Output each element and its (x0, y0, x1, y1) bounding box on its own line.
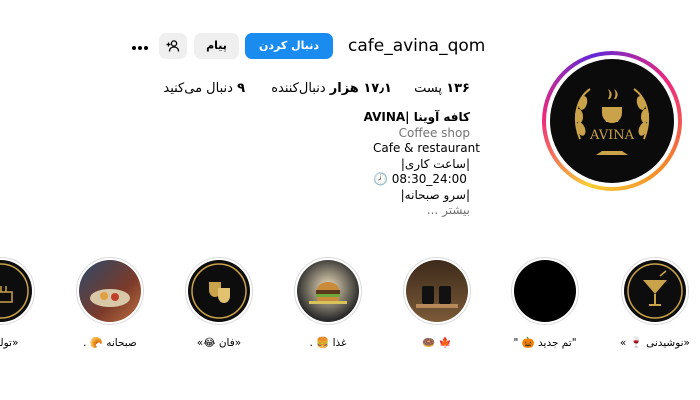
highlight-item[interactable]: «تولداتو (0, 257, 36, 357)
message-button[interactable]: پیام (194, 33, 239, 59)
avina-logo-icon: AVINA (574, 88, 650, 155)
profile-category: Coffee shop (398, 125, 470, 140)
birthday-icon (0, 263, 29, 319)
follow-button[interactable]: دنبال کردن (245, 33, 333, 59)
highlight-item[interactable]: 🍁 🍩 (402, 257, 472, 357)
more-options-button[interactable] (130, 37, 150, 53)
profile-avatar[interactable]: AVINA (542, 51, 682, 191)
profile-bio: کافه آوینا |AVINA Coffee shop Cafe & res… (330, 110, 480, 219)
coffee-cups-photo (406, 260, 468, 322)
breakfast-photo (79, 260, 141, 322)
theater-masks-icon (191, 263, 247, 319)
bio-line: |سرو صبحانه| (400, 187, 470, 202)
bio-line: 🕗 08:30_24:00 (373, 172, 467, 186)
highlight-item[interactable]: «فان 😂» (184, 257, 254, 357)
following-link[interactable]: ۹ دنبال می‌کنید (155, 79, 245, 99)
logo-wordmark: AVINA (589, 128, 635, 143)
highlight-label: "تم جدید 🎃 " (513, 337, 577, 349)
highlight-label: غذا 🍔 . (309, 337, 347, 349)
highlight-item[interactable]: «نوشیدنی 🍷 » (620, 257, 690, 357)
add-person-icon (166, 40, 180, 52)
burger-photo (297, 260, 359, 322)
bio-more-link[interactable]: بیشتر ... (330, 203, 470, 219)
bio-line: Cafe & restaurant (373, 141, 480, 155)
highlight-item[interactable]: غذا 🍔 . (293, 257, 363, 357)
bio-line: |ساعت کاری| (400, 156, 470, 171)
followers-link[interactable]: ۱۷٫۱ هزار دنبال‌کننده (271, 79, 392, 99)
avina-logo: AVINA (550, 59, 674, 183)
highlight-item[interactable]: صبحانه 🥐 . (75, 257, 145, 357)
highlight-label: صبحانه 🥐 . (83, 337, 137, 349)
instagram-profile-page: AVINA cafe_avina_qom دنبال کردن پیام ۱۳۶… (0, 0, 700, 400)
highlight-label: «تولداتو (0, 337, 19, 349)
suggest-accounts-button[interactable] (159, 33, 187, 59)
profile-display-name: کافه آوینا |AVINA (363, 110, 470, 124)
highlight-label: 🍁 🍩 (422, 337, 452, 349)
cocktail-icon (627, 263, 683, 319)
highlight-label: «نوشیدنی 🍷 » (619, 337, 690, 349)
highlight-item[interactable]: "تم جدید 🎃 " (510, 257, 580, 357)
highlight-label: «فان 😂» (196, 337, 242, 349)
more-horizontal-icon (132, 45, 136, 50)
posts-count: ۱۳۶ پست (414, 81, 470, 96)
black-circle-icon (514, 260, 576, 322)
profile-username: cafe_avina_qom (348, 36, 486, 56)
